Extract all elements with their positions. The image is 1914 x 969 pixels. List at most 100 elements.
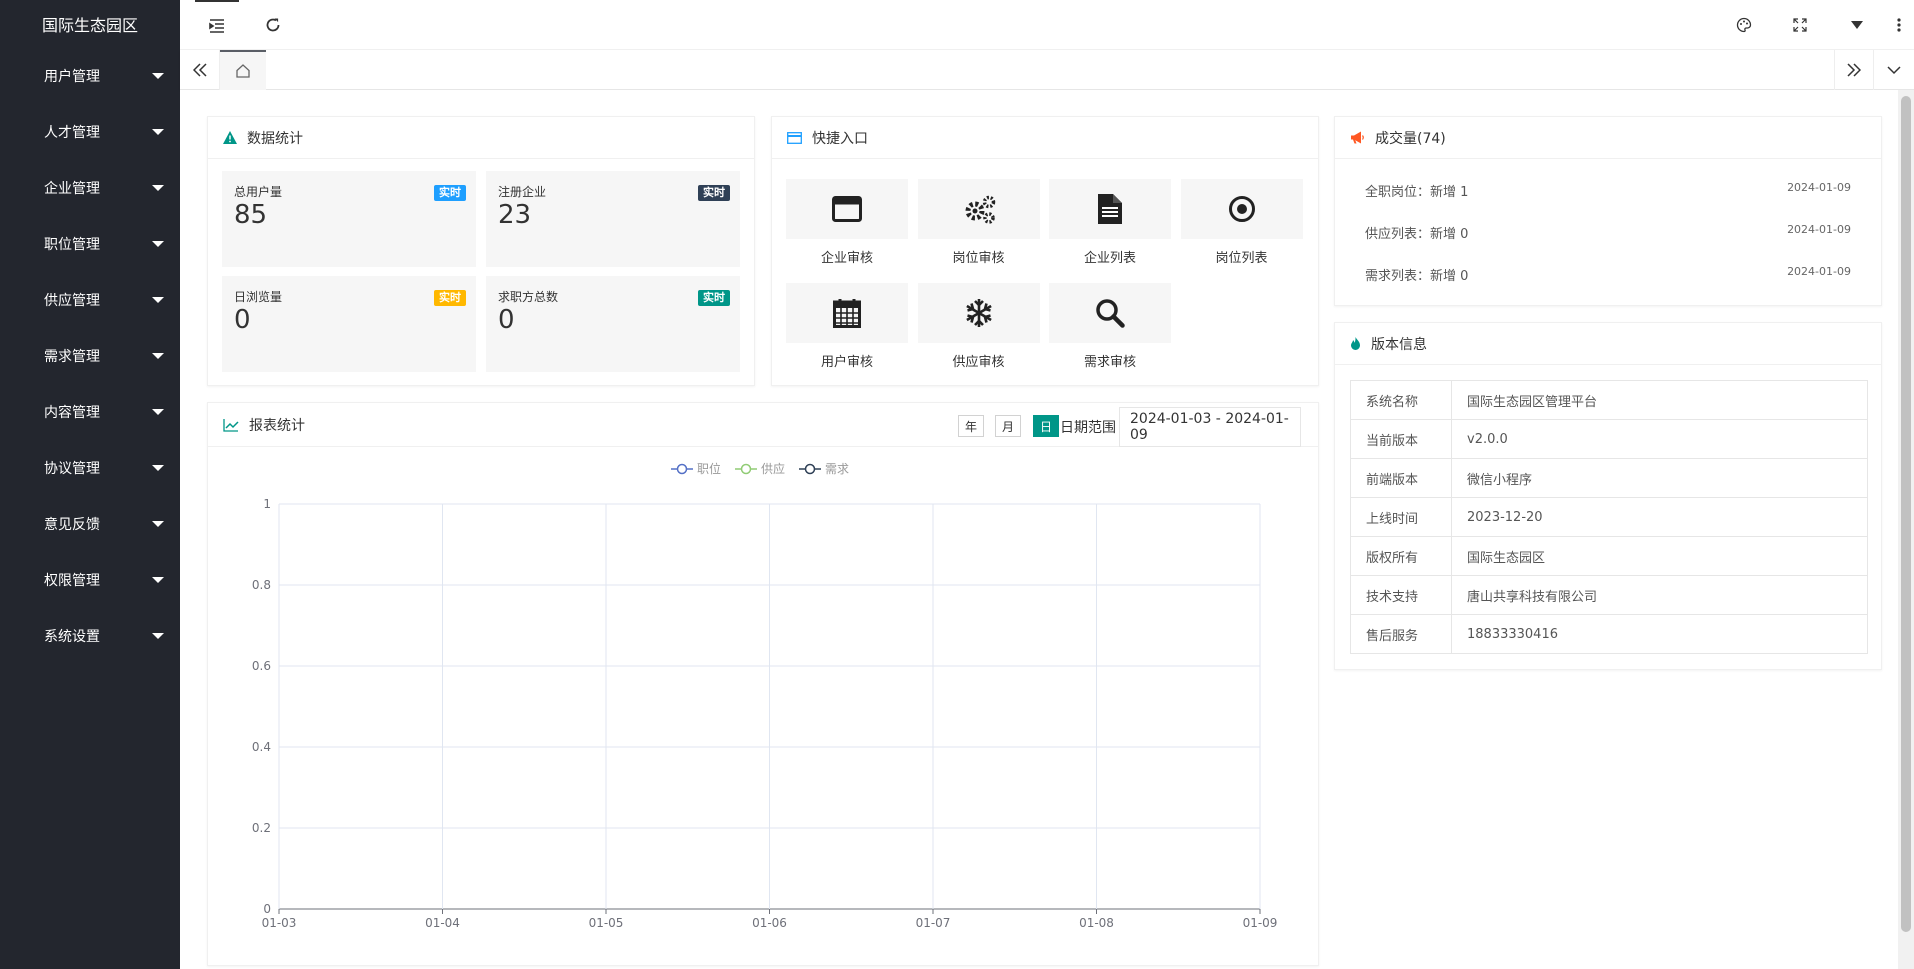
version-key: 当前版本: [1350, 419, 1452, 459]
double-chevron-left-icon: [192, 63, 207, 77]
stat-label: 注册企业: [498, 185, 547, 199]
range-day-button[interactable]: 日: [1033, 415, 1060, 437]
stat-label: 求职方总数: [498, 290, 559, 304]
fullscreen-button[interactable]: [1778, 0, 1822, 50]
caret-down-icon: [152, 353, 164, 359]
more-vertical-icon: [1897, 18, 1901, 32]
sidebar-item-3[interactable]: 职位管理: [0, 216, 180, 272]
date-range-input[interactable]: 2024-01-03 - 2024-01-09: [1119, 407, 1301, 447]
y-tick-label: 0: [263, 902, 271, 916]
quick-entry-label: 需求审核: [1083, 355, 1136, 370]
top-header: [180, 0, 1914, 50]
sidebar-item-1[interactable]: 人才管理: [0, 104, 180, 160]
legend-item[interactable]: 职位: [671, 461, 721, 476]
range-month-button[interactable]: 月: [995, 415, 1022, 437]
version-key: 系统名称: [1350, 380, 1452, 420]
version-value: v2.0.0: [1451, 419, 1868, 459]
legend-label: 供应: [761, 461, 785, 476]
sidebar-item-label: 企业管理: [44, 181, 100, 197]
stat-card: 注册企业 23 实时: [486, 171, 740, 267]
caret-down-icon: [152, 521, 164, 527]
legend-item[interactable]: 需求: [799, 462, 849, 476]
caret-down-icon: [152, 73, 164, 79]
sidebar-item-2[interactable]: 企业管理: [0, 160, 180, 216]
stat-label: 总用户量: [234, 185, 283, 199]
x-tick-label: 01-06: [752, 916, 787, 930]
x-tick-label: 01-05: [589, 916, 624, 930]
deal-item: 需求列表：新增 0 2024-01-09: [1365, 265, 1851, 285]
tab-scroll-left[interactable]: [180, 50, 220, 90]
snowflake-icon: [917, 283, 1040, 343]
calendar-icon: [786, 283, 908, 343]
sidebar-item-0[interactable]: 用户管理: [0, 48, 180, 104]
quick-entry-item[interactable]: 用户审核: [786, 283, 908, 370]
sidebar-item-8[interactable]: 意见反馈: [0, 496, 180, 552]
quick-entry-item[interactable]: 供应审核: [917, 283, 1040, 370]
deal-text: 需求列表：新增 0: [1365, 269, 1469, 284]
quick-entry-item[interactable]: 岗位审核: [917, 179, 1040, 266]
realtime-badge: 实时: [434, 290, 466, 306]
scrollbar-thumb[interactable]: [1901, 96, 1911, 932]
version-value: 国际生态园区: [1451, 536, 1868, 576]
version-row: 当前版本 v2.0.0: [1350, 419, 1868, 459]
deal-item: 供应列表：新增 0 2024-01-09: [1365, 223, 1851, 243]
quick-entry-item[interactable]: 需求审核: [1049, 283, 1171, 370]
deals-card: 成交量(74) 全职岗位：新增 1 2024-01-09 供应列表：新增 0 2024…: [1334, 116, 1882, 306]
date-range-label: 日期范围: [1060, 420, 1116, 436]
deal-item: 全职岗位：新增 1 2024-01-09: [1365, 181, 1851, 201]
quick-entry-item[interactable]: 岗位列表: [1180, 179, 1303, 266]
caret-down-icon: [152, 241, 164, 247]
home-icon: [236, 64, 250, 78]
deal-text: 供应列表：新增 0: [1365, 227, 1469, 242]
sidebar-item-label: 协议管理: [44, 461, 100, 477]
legend-marker: [676, 463, 688, 475]
deal-date: 2024-01-09: [1787, 181, 1851, 194]
theme-button[interactable]: [1722, 0, 1766, 50]
tab-scroll-right[interactable]: [1834, 50, 1874, 90]
x-tick-label: 01-04: [425, 916, 460, 930]
tab-home[interactable]: [220, 50, 266, 90]
report-card: 报表统计 年 月 日 日期范围 2024-01-03 - 2024-01-09 …: [207, 402, 1319, 966]
y-tick-label: 0.8: [252, 578, 271, 592]
gears-icon: [917, 179, 1040, 239]
page-scrollbar[interactable]: [1898, 90, 1914, 969]
x-tick-label: 01-07: [916, 916, 951, 930]
indent-icon: [209, 19, 224, 33]
user-dropdown-button[interactable]: [1835, 0, 1879, 50]
caret-down-icon: [152, 297, 164, 303]
quick-entry-label: 岗位审核: [952, 251, 1005, 266]
legend-marker: [740, 463, 752, 475]
collapse-menu-button[interactable]: [195, 0, 239, 50]
double-chevron-right-icon: [1847, 63, 1861, 77]
quick-entry-item[interactable]: 企业列表: [1049, 179, 1171, 266]
tab-options[interactable]: [1874, 50, 1914, 90]
sidebar-item-6[interactable]: 内容管理: [0, 384, 180, 440]
version-title: 版本信息: [1371, 336, 1427, 353]
sidebar-item-9[interactable]: 权限管理: [0, 552, 180, 608]
stat-value: 85: [234, 200, 268, 230]
stats-title: 数据统计: [247, 130, 303, 147]
sidebar-item-7[interactable]: 协议管理: [0, 440, 180, 496]
sidebar-item-label: 供应管理: [44, 293, 100, 309]
sidebar-item-10[interactable]: 系统设置: [0, 608, 180, 664]
caret-down-icon: [152, 577, 164, 583]
version-key: 技术支持: [1350, 575, 1452, 615]
sidebar-item-5[interactable]: 需求管理: [0, 328, 180, 384]
stat-value: 0: [234, 305, 251, 335]
sidebar-item-4[interactable]: 供应管理: [0, 272, 180, 328]
quick-entry-item[interactable]: 企业审核: [786, 179, 908, 266]
app-logo[interactable]: 国际生态园区: [0, 0, 180, 48]
version-key: 版权所有: [1350, 536, 1452, 576]
legend-item[interactable]: 供应: [735, 461, 785, 476]
quick-entry-header: 快捷入口: [772, 117, 1318, 159]
refresh-button[interactable]: [251, 0, 295, 50]
megaphone-icon: [1350, 131, 1365, 144]
sidebar-item-label: 意见反馈: [44, 517, 100, 533]
range-year-button[interactable]: 年: [958, 415, 985, 437]
more-button[interactable]: [1884, 0, 1914, 50]
realtime-badge: 实时: [434, 185, 466, 201]
stats-card-header: 数据统计: [208, 117, 754, 159]
search-icon: [1049, 283, 1171, 343]
quick-entry-label: 供应审核: [952, 355, 1005, 370]
sidebar-menu: 用户管理 人才管理企业管理职位管理供应管理需求管理 内容管理协议管理意见反馈权限管理…: [0, 48, 180, 664]
